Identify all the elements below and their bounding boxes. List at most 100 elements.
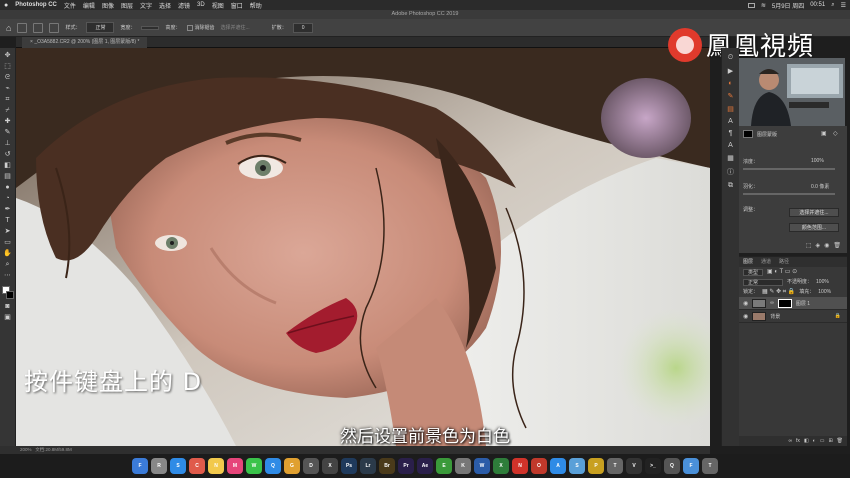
vector-mask-icon[interactable]: ◇ [833,130,838,137]
wifi-icon[interactable]: ≋ [761,2,766,9]
kind-filter-select[interactable]: 类型 [743,268,764,276]
color-range-button[interactable]: 颜色范围... [789,223,839,232]
dock-app-icon[interactable]: P [588,458,604,474]
dock-app-icon[interactable]: T [607,458,623,474]
layer-row[interactable]: ◉ 背景 🔒 [739,310,847,323]
dock-app-icon[interactable]: F [132,458,148,474]
visibility-eye-icon[interactable]: ◉ [743,300,748,307]
marquee-tool-icon[interactable]: ⬚ [2,62,14,71]
healing-tool-icon[interactable]: ✚ [2,117,14,126]
dock-app-icon[interactable]: Ae [417,458,433,474]
dock-app-icon[interactable]: Q [265,458,281,474]
pen-tool-icon[interactable]: ✒ [2,205,14,214]
filter-icons[interactable]: ▣ ◐ T ▭ ⊙ [767,267,797,277]
delete-mask-icon[interactable]: 🗑 [833,242,841,249]
tab-layers[interactable]: 图层 [743,257,753,267]
apple-icon[interactable]: ● [4,2,8,9]
dock-app-icon[interactable]: C [189,458,205,474]
marquee-tool-icon[interactable] [17,22,28,33]
crop-tool-icon[interactable]: ⌗ [2,95,14,104]
type-tool-icon[interactable]: T [2,216,14,225]
history-panel-icon[interactable]: ⏲ [728,54,733,62]
apply-mask-icon[interactable]: ◈ [816,242,821,249]
blur-tool-icon[interactable]: ● [2,183,14,192]
menu-window[interactable]: 窗口 [231,1,243,10]
menu-view[interactable]: 视图 [212,1,224,10]
dock-app-icon[interactable]: F [683,458,699,474]
lock-icons[interactable]: ▦ ✎ ✥ ⌗ 🔒 [762,287,795,297]
layer-name[interactable]: 图层 1 [796,300,810,307]
menu-select[interactable]: 选择 [159,1,171,10]
dock-app-icon[interactable]: N [208,458,224,474]
glyphs-panel-icon[interactable]: A [728,142,733,149]
brush-tool-icon[interactable]: ✎ [2,128,14,137]
opacity-value[interactable]: 100% [816,277,829,287]
menu-help[interactable]: 帮助 [250,1,262,10]
quick-mask-icon[interactable]: ◙ [2,302,14,311]
path-select-icon[interactable]: ➤ [2,227,14,236]
dock-app-icon[interactable]: G [284,458,300,474]
menu-file[interactable]: 文件 [64,1,76,10]
density-slider[interactable] [743,168,835,170]
feather-value[interactable]: 0.0 像素 [811,183,829,190]
menu-list-icon[interactable]: ☰ [841,2,846,9]
menu-filter[interactable]: 滤镜 [178,1,190,10]
tab-paths[interactable]: 路径 [779,257,789,267]
antialias-checkbox[interactable]: 消除锯齿 [186,24,215,31]
layer-name[interactable]: 背景 [770,313,780,320]
feather-slider[interactable] [743,193,835,195]
properties-panel-icon[interactable]: ▤ [727,105,734,113]
document-tab[interactable]: × _O3A5882.CR2 @ 200% (图层 1, 图层蒙版/8) * [22,37,148,48]
dock-app-icon[interactable]: Br [379,458,395,474]
app-menu[interactable]: Photoshop CC [15,2,57,8]
dock-app-icon[interactable]: D [303,458,319,474]
menu-layer[interactable]: 图层 [121,1,133,10]
zoom-level[interactable]: 200% [20,447,32,452]
actions-panel-icon[interactable]: ▶ [728,67,733,75]
density-value[interactable]: 100% [811,158,824,164]
dock-app-icon[interactable]: S [170,458,186,474]
dock-app-icon[interactable]: >_ [645,458,661,474]
home-icon[interactable]: ⌂ [6,23,11,33]
dock-app-icon[interactable]: W [474,458,490,474]
eyedropper-tool-icon[interactable]: ⌿ [2,106,14,115]
width-field[interactable] [141,25,160,30]
menu-3d[interactable]: 3D [197,2,205,8]
layer-row[interactable]: ◉ ∞ 图层 1 [739,297,847,310]
adjustments-panel-icon[interactable]: ◐ [728,80,732,87]
brush-settings-icon[interactable]: ✎ [728,92,734,100]
info-panel-icon[interactable]: ⓘ [727,167,734,177]
new-selection-icon[interactable] [33,22,44,33]
tab-channels[interactable]: 通道 [761,257,771,267]
blend-mode-select[interactable]: 正常 [743,278,783,286]
dock-app-icon[interactable]: X [493,458,509,474]
dock-app-icon[interactable]: E [436,458,452,474]
character-panel-icon[interactable]: A [728,118,733,125]
battery-icon[interactable] [747,2,755,8]
color-swatches[interactable] [1,286,14,300]
dock-app-icon[interactable]: W [246,458,262,474]
select-and-mask-button[interactable]: 选择并遮住... [789,208,839,217]
dock-app-icon[interactable]: Q [664,458,680,474]
dodge-tool-icon[interactable]: ◔ [2,194,14,203]
fill-value[interactable]: 100% [818,287,831,297]
dock-app-icon[interactable]: Lr [360,458,376,474]
dock-app-icon[interactable]: K [455,458,471,474]
lasso-tool-icon[interactable]: ᘓ [2,73,14,82]
pixel-mask-icon[interactable]: ▣ [821,130,827,137]
select-mask-link[interactable]: 选择并遮住... [221,24,250,31]
menu-type[interactable]: 文字 [140,1,152,10]
mask-visibility-icon[interactable]: ◉ [824,242,829,249]
history-brush-icon[interactable]: ↺ [2,150,14,159]
move-tool-icon[interactable]: ✥ [2,51,14,60]
dock-app-icon[interactable]: V [626,458,642,474]
shape-tool-icon[interactable]: ▭ [2,238,14,247]
hand-tool-icon[interactable]: ✋ [2,249,14,258]
clock-time[interactable]: 00:51 [810,2,825,8]
eraser-tool-icon[interactable]: ◧ [2,161,14,170]
dock-app-icon[interactable]: T [702,458,718,474]
dock-app-icon[interactable]: X [322,458,338,474]
quick-select-tool-icon[interactable]: ⌁ [2,84,14,93]
dock-app-icon[interactable]: A [550,458,566,474]
spread-field[interactable]: 0 [292,22,314,33]
